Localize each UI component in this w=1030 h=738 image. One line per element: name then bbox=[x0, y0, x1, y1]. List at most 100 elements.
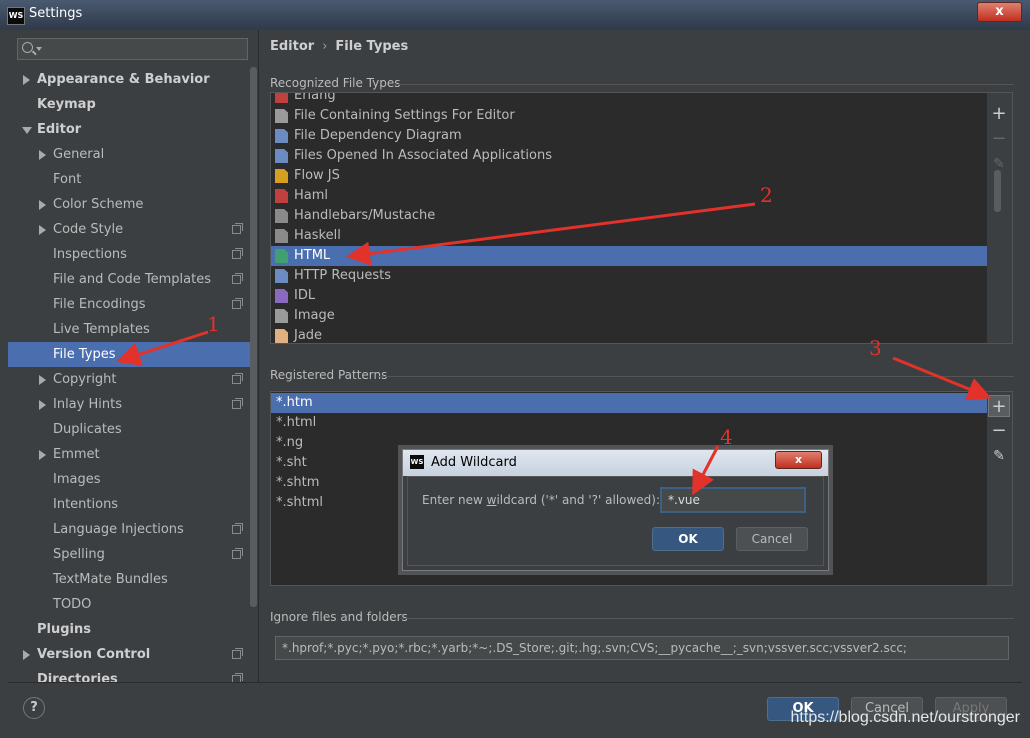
chevron-right-icon[interactable] bbox=[39, 150, 46, 160]
sidebar-item[interactable]: Emmet bbox=[8, 442, 250, 467]
sidebar-item-label: Plugins bbox=[37, 622, 91, 637]
sidebar-item[interactable]: Copyright bbox=[8, 367, 250, 392]
scrollbar-thumb[interactable] bbox=[250, 67, 257, 607]
pattern-label: *.shtml bbox=[276, 495, 324, 510]
recognized-file-types-list[interactable]: Erlang File Containing Settings For Edito… bbox=[270, 92, 988, 344]
divider bbox=[394, 84, 1014, 85]
dialog-ok-button[interactable]: OK bbox=[652, 527, 724, 551]
sidebar-item[interactable]: General bbox=[8, 142, 250, 167]
sidebar-item[interactable]: File Types bbox=[8, 342, 250, 367]
sidebar-item[interactable]: Code Style bbox=[8, 217, 250, 242]
sidebar-item[interactable]: File and Code Templates bbox=[8, 267, 250, 292]
sidebar-item-label: General bbox=[53, 147, 105, 162]
file-type-item[interactable]: Image bbox=[271, 306, 987, 326]
file-type-item[interactable]: Handlebars/Mustache bbox=[271, 206, 987, 226]
file-type-item[interactable]: Haml bbox=[271, 186, 987, 206]
chevron-right-icon[interactable] bbox=[23, 75, 30, 85]
ignore-files-input[interactable]: *.hprof;*.pyc;*.pyo;*.rbc;*.yarb;*~;.DS_… bbox=[275, 636, 1009, 660]
recognized-file-types-label: Recognized File Types bbox=[270, 76, 401, 90]
add-pattern-button[interactable]: + bbox=[988, 395, 1010, 417]
sidebar-item[interactable]: Plugins bbox=[8, 617, 250, 642]
sidebar-item[interactable]: Directories bbox=[8, 667, 250, 682]
sidebar-item[interactable]: Duplicates bbox=[8, 417, 250, 442]
file-type-item[interactable]: File Containing Settings For Editor bbox=[271, 106, 987, 126]
chevron-down-icon[interactable] bbox=[22, 127, 32, 134]
remove-file-type-button[interactable]: − bbox=[988, 128, 1010, 150]
chevron-right-icon[interactable] bbox=[39, 225, 46, 235]
window-title: Settings bbox=[29, 6, 83, 21]
sidebar-item[interactable]: TODO bbox=[8, 592, 250, 617]
sidebar-item-label: Editor bbox=[37, 122, 82, 137]
file-type-item[interactable]: Flow JS bbox=[271, 166, 987, 186]
prompt-text-end: ildcard ('*' and '?' allowed): bbox=[496, 493, 661, 507]
annotation-number-1: 1 bbox=[207, 312, 220, 336]
edit-pattern-button[interactable]: ✎ bbox=[988, 445, 1010, 467]
chevron-right-icon[interactable] bbox=[39, 200, 46, 210]
prompt-text-start: Enter new bbox=[422, 493, 487, 507]
file-type-label: Handlebars/Mustache bbox=[294, 208, 436, 223]
sidebar-item-label: Keymap bbox=[37, 97, 96, 112]
sidebar-item-label: Code Style bbox=[53, 222, 124, 237]
help-button[interactable]: ? bbox=[23, 697, 45, 719]
file-type-label: Jade bbox=[294, 328, 323, 343]
pattern-label: *.html bbox=[276, 415, 317, 430]
file-type-item[interactable]: HTML bbox=[271, 246, 987, 266]
sidebar-item-label: Intentions bbox=[53, 497, 119, 512]
dialog-cancel-button[interactable]: Cancel bbox=[736, 527, 808, 551]
wildcard-input[interactable]: *.vue bbox=[660, 487, 806, 513]
sidebar-item-label: TextMate Bundles bbox=[53, 572, 168, 587]
settings-window: Appearance & Behavior Keymap Editor General… bbox=[8, 30, 1022, 731]
pattern-item[interactable]: *.htm bbox=[271, 393, 987, 413]
sidebar-item[interactable]: Appearance & Behavior bbox=[8, 67, 250, 92]
chevron-right-icon[interactable] bbox=[39, 375, 46, 385]
diagram-icon bbox=[275, 129, 288, 143]
file-types-toolbar: + − ✎ bbox=[987, 92, 1013, 344]
settings-search-input[interactable] bbox=[17, 38, 248, 60]
chevron-right-icon[interactable] bbox=[23, 650, 30, 660]
sidebar-item[interactable]: Version Control bbox=[8, 642, 250, 667]
dialog-body: Enter new wildcard ('*' and '?' allowed)… bbox=[407, 476, 824, 566]
sidebar-item[interactable]: Intentions bbox=[8, 492, 250, 517]
sidebar-item[interactable]: Spelling bbox=[8, 542, 250, 567]
sidebar-item[interactable]: Inspections bbox=[8, 242, 250, 267]
sidebar-item[interactable]: TextMate Bundles bbox=[8, 567, 250, 592]
file-type-item[interactable]: IDL bbox=[271, 286, 987, 306]
divider bbox=[378, 376, 1014, 377]
add-file-type-button[interactable]: + bbox=[988, 103, 1010, 125]
chevron-right-icon[interactable] bbox=[39, 400, 46, 410]
window-close-button[interactable]: x bbox=[977, 2, 1022, 22]
file-type-label: Files Opened In Associated Applications bbox=[294, 148, 552, 163]
breadcrumb-separator: › bbox=[322, 39, 328, 54]
image-icon bbox=[275, 309, 288, 323]
sidebar-item-label: Appearance & Behavior bbox=[37, 72, 210, 87]
sidebar-item-label: Live Templates bbox=[53, 322, 150, 337]
file-type-item[interactable]: Haskell bbox=[271, 226, 987, 246]
pattern-item[interactable]: *.html bbox=[271, 413, 987, 433]
search-icon bbox=[22, 42, 33, 53]
project-scope-icon bbox=[232, 673, 243, 682]
sidebar-item[interactable]: Inlay Hints bbox=[8, 392, 250, 417]
breadcrumb-parent[interactable]: Editor bbox=[270, 39, 314, 54]
file-type-item[interactable]: File Dependency Diagram bbox=[271, 126, 987, 146]
file-type-item[interactable]: HTTP Requests bbox=[271, 266, 987, 286]
file-types-scrollbar-thumb[interactable] bbox=[994, 170, 1001, 212]
file-type-item[interactable]: Erlang bbox=[271, 93, 987, 106]
file-type-item[interactable]: Files Opened In Associated Applications bbox=[271, 146, 987, 166]
registered-patterns-label: Registered Patterns bbox=[270, 368, 388, 382]
project-scope-icon bbox=[232, 298, 243, 309]
dialog-close-button[interactable]: x bbox=[775, 451, 822, 469]
chevron-right-icon[interactable] bbox=[39, 450, 46, 460]
sidebar-scrollbar[interactable] bbox=[250, 67, 257, 682]
title-bar: WS Settings x bbox=[0, 0, 1030, 30]
sidebar-item[interactable]: Font bbox=[8, 167, 250, 192]
sidebar-item[interactable]: Color Scheme bbox=[8, 192, 250, 217]
remove-pattern-button[interactable]: − bbox=[988, 420, 1010, 442]
breadcrumb: Editor › File Types bbox=[270, 39, 408, 54]
sidebar-item-label: TODO bbox=[53, 597, 92, 612]
file-type-label: IDL bbox=[294, 288, 316, 303]
annotation-number-3: 3 bbox=[869, 336, 882, 360]
sidebar-item[interactable]: Images bbox=[8, 467, 250, 492]
sidebar-item[interactable]: Keymap bbox=[8, 92, 250, 117]
sidebar-item[interactable]: Editor bbox=[8, 117, 250, 142]
sidebar-item[interactable]: Language Injections bbox=[8, 517, 250, 542]
